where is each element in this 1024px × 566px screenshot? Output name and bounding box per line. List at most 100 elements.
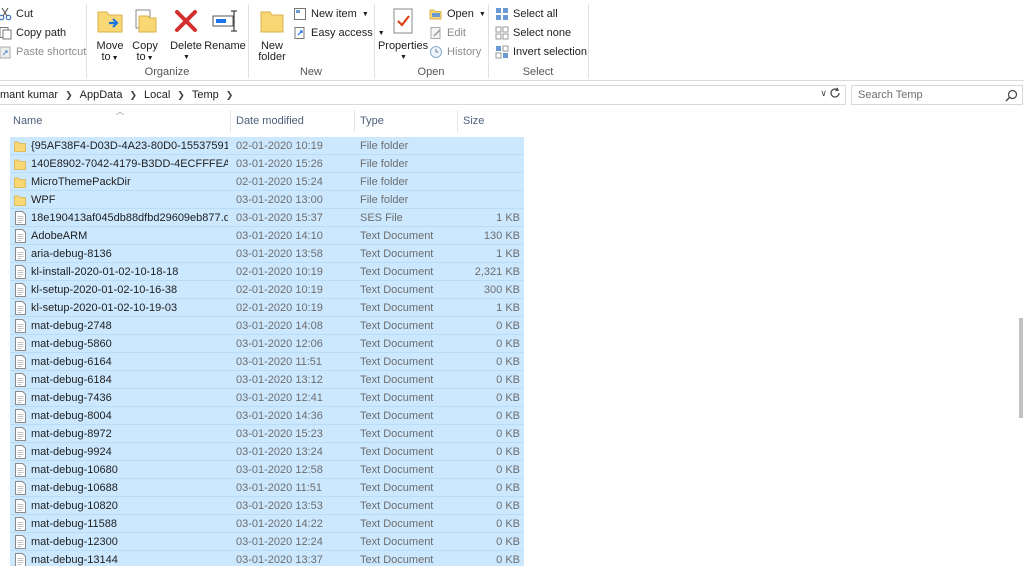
text-file-icon (14, 355, 26, 369)
new-item-button[interactable]: New item ▼ (293, 5, 369, 23)
column-headers: ︿ Name Date modified Type Size (0, 107, 526, 134)
chevron-right-icon[interactable]: ❯ (174, 90, 188, 101)
column-divider[interactable] (230, 110, 231, 132)
file-row[interactable]: mat-debug-6164 03-01-2020 11:51 Text Docum… (10, 353, 524, 371)
column-divider[interactable] (457, 110, 458, 132)
file-row[interactable]: 140E8902-7042-4179-B3DD-4ECFFFEAAF10 03-0… (10, 155, 524, 173)
file-name-cell: kl-setup-2020-01-02-10-16-38 (14, 281, 228, 299)
file-row[interactable]: WPF 03-01-2020 13:00 File folder (10, 191, 524, 209)
column-header-size[interactable]: Size (460, 108, 520, 134)
organize-group: Move to▼ Copy to▼ Delete ▼ Rename Organi… (87, 0, 247, 81)
vertical-scrollbar[interactable] (1018, 108, 1024, 566)
delete-button[interactable]: Delete ▼ (168, 5, 204, 63)
search-icon[interactable] (1005, 89, 1018, 105)
file-date: 03-01-2020 13:00 (236, 194, 323, 206)
file-size: 0 KB (496, 356, 520, 368)
column-divider[interactable] (354, 110, 355, 132)
chevron-right-icon[interactable]: ❯ (223, 90, 237, 101)
edit-label: Edit (447, 27, 466, 39)
folder-icon (14, 175, 26, 189)
file-row[interactable]: mat-debug-9924 03-01-2020 13:24 Text Docum… (10, 443, 524, 461)
select-none-button[interactable]: Select none (495, 24, 571, 42)
easy-access-button[interactable]: Easy access ▼ (293, 24, 385, 42)
file-date: 02-01-2020 15:24 (236, 176, 323, 188)
file-row[interactable]: aria-debug-8136 03-01-2020 13:58 Text Docu… (10, 245, 524, 263)
text-file-icon (14, 409, 26, 423)
chevron-right-icon[interactable]: ❯ (62, 90, 76, 101)
file-date: 03-01-2020 13:12 (236, 374, 323, 386)
file-row[interactable]: 18e190413af045db88dfbd29609eb877.db.... 0… (10, 209, 524, 227)
select-all-button[interactable]: Select all (495, 5, 558, 23)
column-header-date[interactable]: Date modified (233, 108, 353, 134)
file-name: mat-debug-5860 (31, 338, 112, 350)
file-row[interactable]: mat-debug-13144 03-01-2020 13:37 Text Docu… (10, 551, 524, 566)
file-row[interactable]: mat-debug-10680 03-01-2020 12:58 Text Docu… (10, 461, 524, 479)
file-row[interactable]: mat-debug-6184 03-01-2020 13:12 Text Docum… (10, 371, 524, 389)
search-box[interactable]: Search Temp (851, 85, 1023, 105)
new-item-icon (293, 7, 307, 21)
chevron-right-icon[interactable]: ❯ (126, 90, 140, 101)
copy-path-button[interactable]: Copy path (0, 24, 66, 42)
file-date: 03-01-2020 12:06 (236, 338, 323, 350)
file-name: MicroThemePackDir (31, 176, 131, 188)
move-to-icon (94, 5, 126, 37)
open-label: Open (447, 8, 474, 20)
file-row[interactable]: AdobeARM 03-01-2020 14:10 Text Document 130… (10, 227, 524, 245)
file-date: 03-01-2020 14:36 (236, 410, 323, 422)
column-header-type[interactable]: Type (357, 108, 457, 134)
rename-button[interactable]: Rename (204, 5, 246, 52)
file-row[interactable]: mat-debug-12300 03-01-2020 12:24 Text Docu… (10, 533, 524, 551)
move-to-button[interactable]: Move to▼ (92, 5, 128, 64)
column-header-name[interactable]: Name (10, 108, 230, 134)
file-date: 03-01-2020 14:10 (236, 230, 323, 242)
file-list-pane[interactable]: ︿ Name Date modified Type Size {95AF38F4… (0, 107, 1024, 566)
file-date: 03-01-2020 13:24 (236, 446, 323, 458)
text-file-icon (14, 337, 26, 351)
open-group: Properties ▼ Open ▼ Edit History Open (375, 0, 487, 81)
file-size: 300 KB (483, 284, 520, 296)
open-folder-icon (429, 7, 443, 21)
text-file-icon (14, 283, 26, 297)
invert-selection-button[interactable]: Invert selection (495, 43, 587, 61)
file-row[interactable]: MicroThemePackDir 02-01-2020 15:24 File fo… (10, 173, 524, 191)
scrollbar-thumb[interactable] (1019, 318, 1023, 418)
text-file-icon (14, 535, 26, 549)
breadcrumb-local[interactable]: Local (140, 89, 174, 101)
file-size: 130 KB (483, 230, 520, 242)
file-row[interactable]: kl-setup-2020-01-02-10-16-38 02-01-2020 1… (10, 281, 524, 299)
refresh-button[interactable] (826, 86, 844, 103)
new-folder-button[interactable]: New folder (253, 5, 291, 63)
breadcrumb-temp[interactable]: Temp (188, 89, 223, 101)
file-size: 0 KB (496, 428, 520, 440)
file-row[interactable]: mat-debug-5860 03-01-2020 12:06 Text Docum… (10, 335, 524, 353)
properties-dropdown-icon[interactable]: ▼ (400, 52, 407, 63)
file-type: Text Document (360, 464, 434, 476)
easy-access-label: Easy access (311, 27, 373, 39)
breadcrumb-appdata[interactable]: AppData (76, 89, 127, 101)
new-folder-label-line2: folder (258, 51, 286, 63)
file-name: 18e190413af045db88dfbd29609eb877.db.... (31, 212, 228, 224)
file-row[interactable]: mat-debug-2748 03-01-2020 14:08 Text Docum… (10, 317, 524, 335)
file-row[interactable]: mat-debug-8004 03-01-2020 14:36 Text Docum… (10, 407, 524, 425)
file-row[interactable]: mat-debug-10688 03-01-2020 11:51 Text Docu… (10, 479, 524, 497)
breadcrumb-user[interactable]: mant kumar (0, 89, 62, 101)
cut-button[interactable]: Cut (0, 5, 33, 23)
file-row[interactable]: mat-debug-8972 03-01-2020 15:23 Text Docum… (10, 425, 524, 443)
properties-button[interactable]: Properties ▼ (378, 5, 428, 63)
delete-dropdown-icon[interactable]: ▼ (183, 52, 190, 63)
copy-to-button[interactable]: Copy to▼ (127, 5, 163, 64)
file-row[interactable]: kl-setup-2020-01-02-10-19-03 02-01-2020 1… (10, 299, 524, 317)
file-type: Text Document (360, 500, 434, 512)
open-button[interactable]: Open ▼ (429, 5, 486, 23)
file-row[interactable]: mat-debug-10820 03-01-2020 13:53 Text Docu… (10, 497, 524, 515)
file-row[interactable]: kl-install-2020-01-02-10-18-18 02-01-2020… (10, 263, 524, 281)
history-button[interactable]: History (429, 43, 481, 61)
file-row[interactable]: {95AF38F4-D03D-4A23-80D0-15537591C5... 02… (10, 137, 524, 155)
file-date: 03-01-2020 11:51 (236, 482, 323, 494)
edit-button[interactable]: Edit (429, 24, 466, 42)
file-name: kl-setup-2020-01-02-10-19-03 (31, 302, 178, 314)
file-row[interactable]: mat-debug-7436 03-01-2020 12:41 Text Docum… (10, 389, 524, 407)
address-bar[interactable]: mant kumar ❯ AppData ❯ Local ❯ Temp ❯ ∨ (0, 85, 846, 105)
paste-shortcut-button[interactable]: Paste shortcut (0, 43, 86, 61)
file-row[interactable]: mat-debug-11588 03-01-2020 14:22 Text Docu… (10, 515, 524, 533)
